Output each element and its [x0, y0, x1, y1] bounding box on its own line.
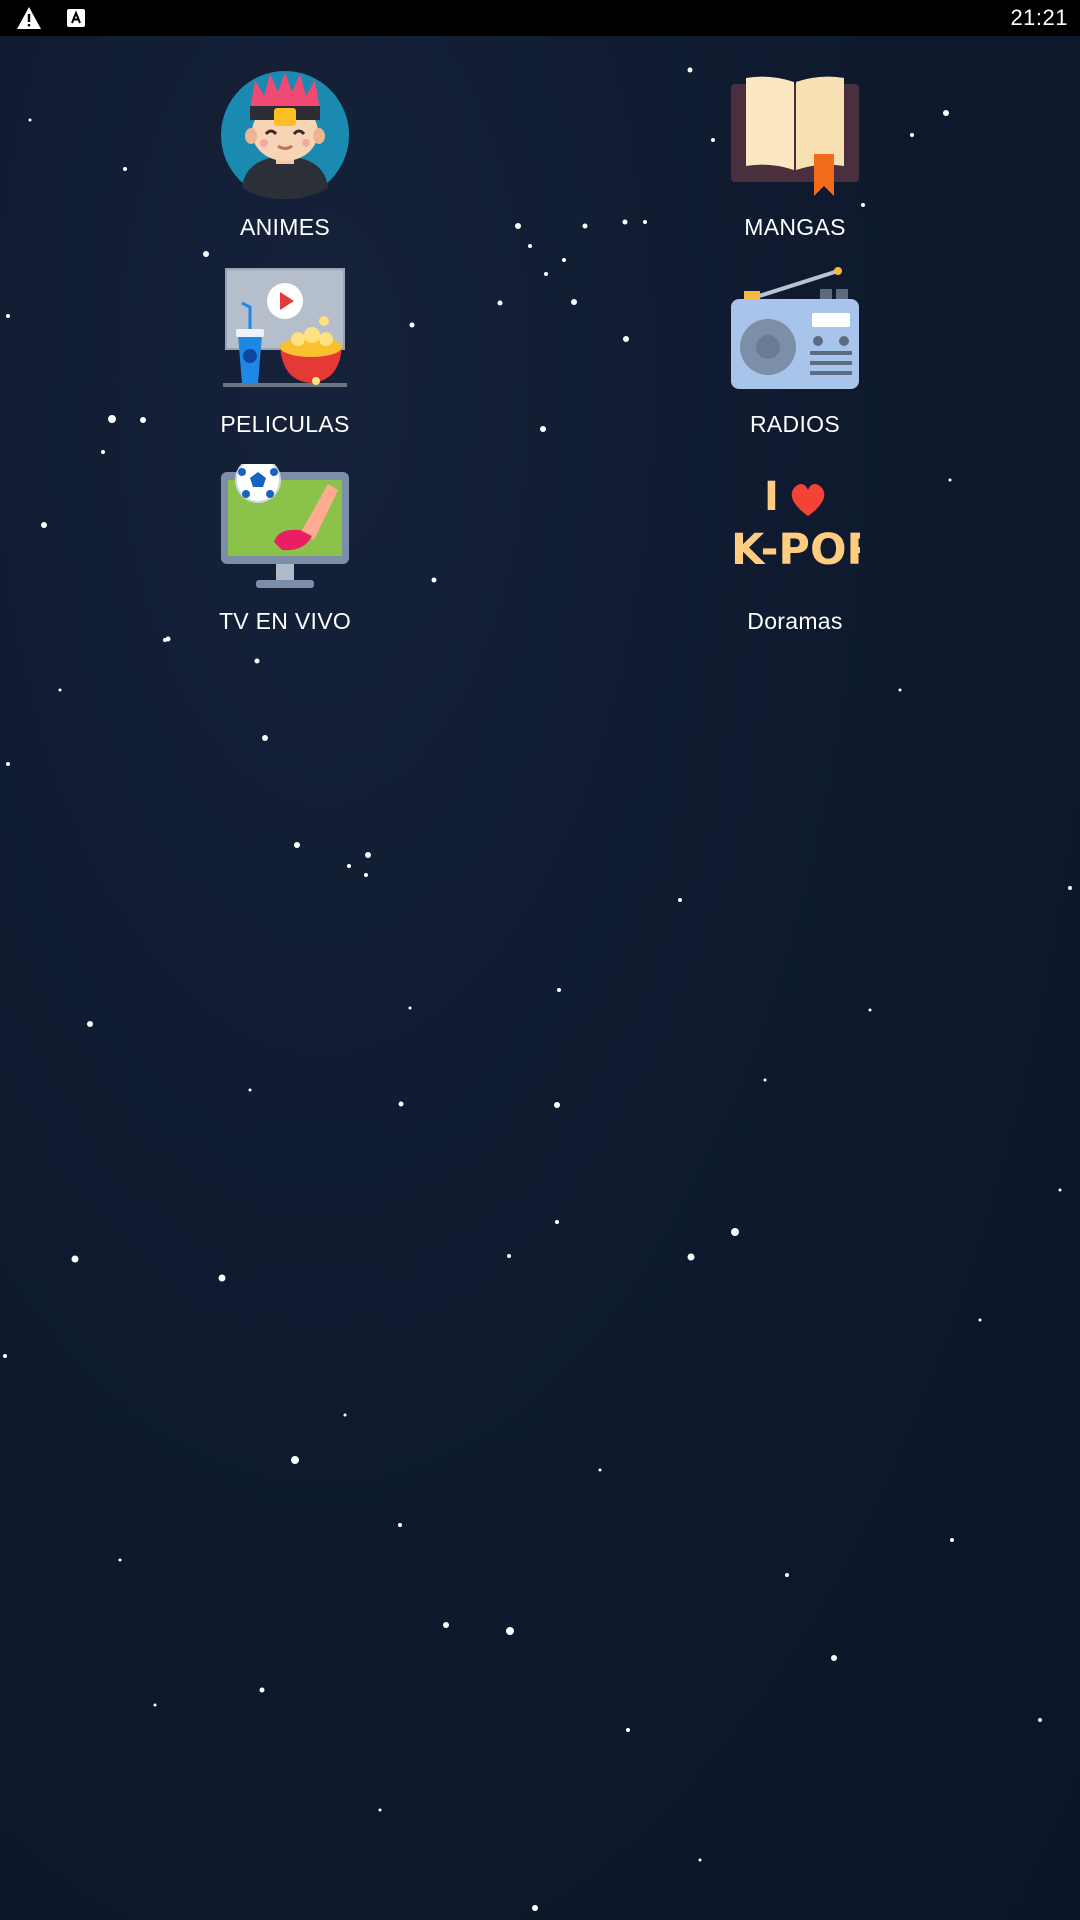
open-book-icon	[731, 76, 859, 196]
radio-icon	[731, 267, 859, 389]
movie-popcorn-icon	[223, 268, 347, 387]
status-icons	[16, 6, 86, 30]
app-animes[interactable]: ANIMES	[155, 70, 415, 241]
app-label: Doramas	[747, 608, 843, 634]
kpop-heart-icon: I K-POP	[731, 474, 860, 575]
kpop-i-text: I	[764, 474, 779, 520]
app-radios[interactable]: RADIOS	[665, 267, 925, 438]
status-bar: 21:21	[0, 0, 1080, 36]
status-time: 21:21	[1010, 5, 1068, 30]
app-label: TV EN VIVO	[218, 608, 352, 634]
app-peliculas[interactable]: PELICULAS	[155, 267, 415, 438]
tv-soccer-icon	[221, 464, 349, 588]
app-label: RADIOS	[750, 411, 840, 437]
warning-icon	[17, 7, 41, 29]
app-mangas[interactable]: MANGAS	[665, 70, 925, 241]
anime-boy-icon	[221, 71, 349, 199]
kpop-logo-text: K-POP	[731, 525, 860, 575]
app-label: ANIMES	[240, 214, 330, 240]
app-doramas[interactable]: I K-POP Doramas	[665, 464, 925, 635]
app-label: PELICULAS	[220, 411, 350, 437]
a-box-icon	[67, 9, 85, 27]
home-screen: 21:21 ANIMES MANGAS PELICULAS RADIOS TV …	[0, 0, 1080, 1920]
app-tv-en-vivo[interactable]: TV EN VIVO	[155, 464, 415, 635]
app-label: MANGAS	[744, 214, 846, 240]
